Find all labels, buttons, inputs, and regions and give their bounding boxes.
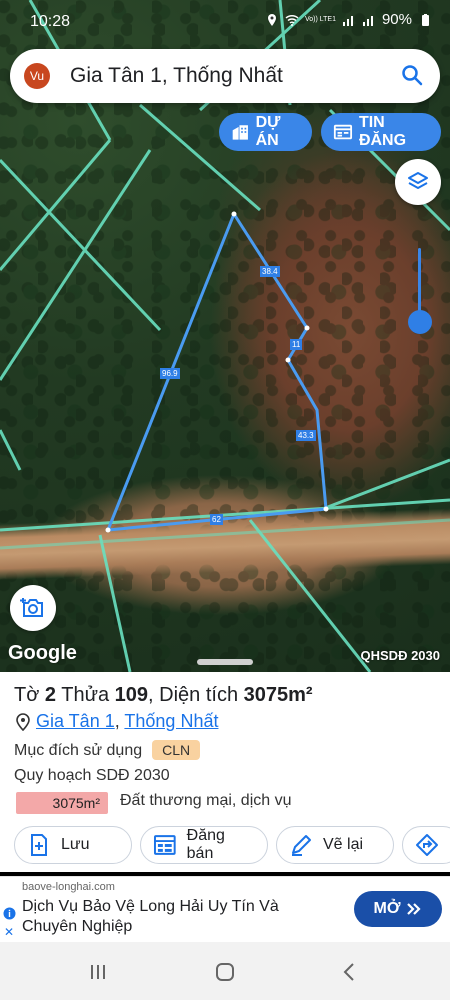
recents-icon[interactable] <box>86 960 110 984</box>
parcel-info-sheet: Tờ 2 Thửa 109, Diện tích 3075m² Gia Tân … <box>0 672 450 872</box>
directions-icon <box>416 834 438 856</box>
land-use-label: Mục đích sử dụng <box>14 742 143 759</box>
comma: , <box>114 711 125 731</box>
ad-info-icon[interactable] <box>3 907 16 920</box>
wifi-icon <box>285 14 299 26</box>
building-icon <box>232 125 248 140</box>
add-document-icon <box>31 834 47 856</box>
layers-icon <box>408 172 428 189</box>
edge-length-label: 62 <box>210 514 223 525</box>
to-value: 2 <box>44 684 57 706</box>
ad-close-icon[interactable]: ✕ <box>4 925 14 939</box>
signal-icon <box>342 15 353 26</box>
ad-banner[interactable]: baove-longhai.com Dịch Vụ Bảo Vệ Long Hả… <box>0 876 450 943</box>
network-label: Vo)) LTE1 <box>304 15 336 23</box>
redraw-button[interactable]: Vẽ lại <box>276 826 394 864</box>
camera-button[interactable] <box>10 585 56 631</box>
thua-label: Thửa <box>61 684 110 706</box>
search-bar[interactable]: Vu Gia Tân 1, Thống Nhất <box>10 49 440 103</box>
ad-domain: baove-longhai.com <box>22 881 115 893</box>
parcel-location: Gia Tân 1, Thống Nhất <box>16 711 218 732</box>
dientich-label: Diện tích <box>159 684 239 706</box>
status-bar: 10:28 Vo)) LTE1 90% <box>0 0 450 42</box>
planning-area-badge: 3075m² <box>16 792 108 814</box>
status-icons: Vo)) LTE1 90% <box>265 11 432 28</box>
opacity-slider-handle[interactable] <box>408 310 432 334</box>
battery-percent: 90% <box>381 11 412 28</box>
location-pin-icon <box>16 712 30 731</box>
tin-dang-label: TIN ĐĂNG <box>358 114 407 149</box>
du-an-label: DỰ ÁN <box>255 114 281 149</box>
add-photo-icon <box>20 598 43 617</box>
dientich-value: 3075m² <box>243 684 313 706</box>
ad-headline[interactable]: Dịch Vụ Bảo Vệ Long Hải Uy Tín Và Chuyên… <box>22 897 322 937</box>
google-logo: Google <box>8 642 77 664</box>
redraw-label: Vẽ lại <box>323 836 364 853</box>
edge-length-label: 11 <box>290 339 303 350</box>
thua-value: 109 <box>114 684 149 706</box>
double-chevron-icon <box>407 903 422 915</box>
edge-length-label: 38.4 <box>260 266 280 277</box>
search-icon[interactable] <box>400 63 424 87</box>
ad-open-label: MỞ <box>373 900 401 917</box>
status-time: 10:28 <box>30 13 71 30</box>
post-sale-label: Đăng bán <box>186 827 225 862</box>
layer-name-label: QHSDĐ 2030 <box>360 648 440 663</box>
directions-button[interactable] <box>402 826 450 864</box>
save-button[interactable]: Lưu <box>14 826 132 864</box>
land-use-row: Mục đích sử dụng CLN <box>14 740 201 760</box>
post-sale-button[interactable]: Đăng bán <box>140 826 268 864</box>
edge-length-label: 43.3 <box>296 430 316 441</box>
save-label: Lưu <box>61 836 90 853</box>
system-nav-bar <box>0 942 450 1000</box>
parcel-boundary <box>105 213 328 532</box>
home-icon[interactable] <box>213 960 237 984</box>
comma: , <box>148 684 154 706</box>
tin-dang-button[interactable]: TIN ĐĂNG <box>321 113 441 151</box>
parcel-title: Tờ 2 Thửa 109, Diện tích 3075m² <box>14 684 313 707</box>
sheet-drag-handle[interactable] <box>197 659 253 665</box>
location-link-ward[interactable]: Gia Tân 1 <box>36 711 115 731</box>
edge-length-label: 96.9 <box>160 368 180 379</box>
location-link-district[interactable]: Thống Nhất <box>124 711 218 731</box>
location-icon <box>267 13 276 26</box>
battery-icon <box>422 13 429 26</box>
ad-open-button[interactable]: MỞ <box>354 891 442 927</box>
listing-icon <box>333 124 353 140</box>
layers-button[interactable] <box>395 159 441 205</box>
back-icon[interactable] <box>338 960 362 984</box>
planning-area-desc: Đất thương mại, dịch vụ <box>120 792 292 809</box>
search-query[interactable]: Gia Tân 1, Thống Nhất <box>70 64 283 88</box>
calendar-icon <box>153 835 176 855</box>
land-use-badge: CLN <box>152 740 201 760</box>
planning-label: Quy hoạch SDĐ 2030 <box>14 767 170 784</box>
avatar[interactable]: Vu <box>24 63 50 89</box>
to-label: Tờ <box>14 684 40 706</box>
du-an-button[interactable]: DỰ ÁN <box>219 113 312 151</box>
signal-icon <box>362 15 373 26</box>
edit-pen-icon <box>292 835 311 856</box>
